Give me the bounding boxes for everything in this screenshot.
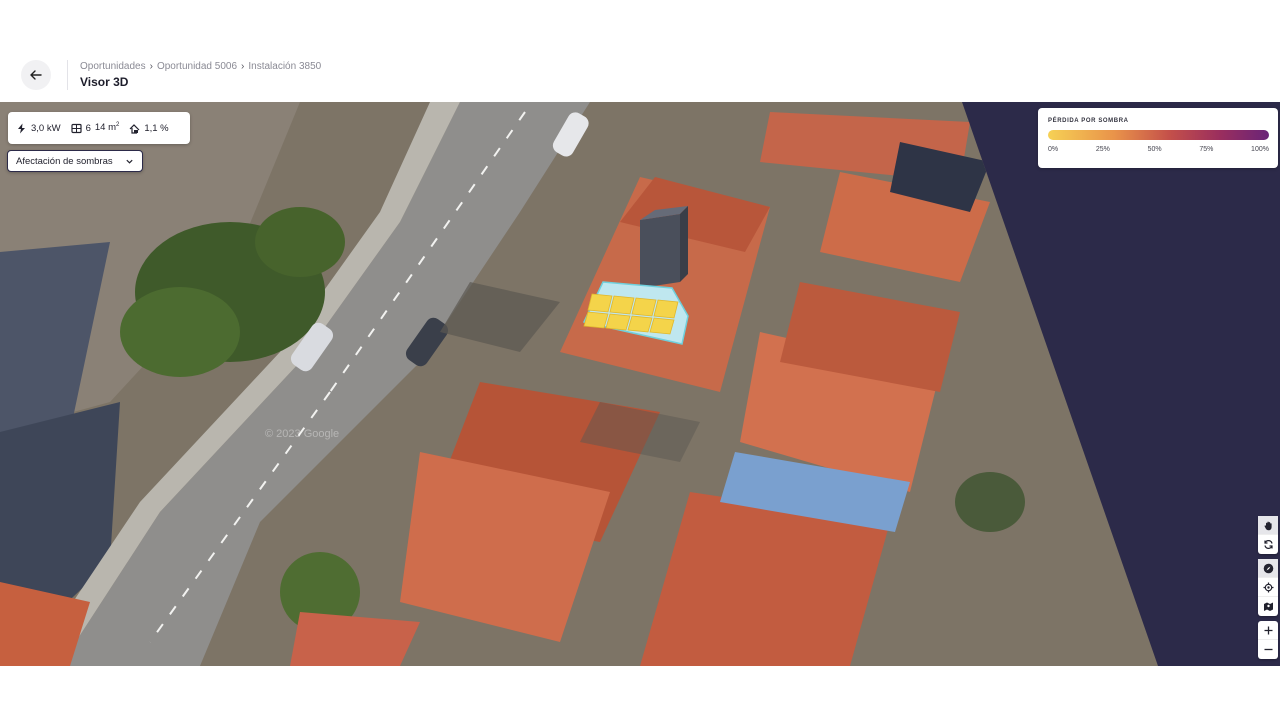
back-button[interactable] xyxy=(21,60,51,90)
zoom-in-button[interactable] xyxy=(1258,621,1278,640)
rotate-icon xyxy=(1263,540,1273,549)
area-value: 14 m2 xyxy=(95,122,119,133)
view-tools-group xyxy=(1258,559,1278,616)
breadcrumb: Oportunidades › Oportunidad 5006 › Insta… xyxy=(80,61,321,72)
zoom-group xyxy=(1258,621,1278,659)
plus-icon xyxy=(1264,626,1272,634)
area-number: 14 m xyxy=(94,122,116,134)
map-icon xyxy=(1263,602,1273,611)
chevron-right-icon: › xyxy=(149,61,153,72)
legend-tick: 25% xyxy=(1095,146,1110,153)
legend-tick: 100% xyxy=(1251,146,1269,153)
legend-gradient-bar xyxy=(1048,130,1269,140)
hand-icon xyxy=(1264,521,1272,530)
legend-tick: 50% xyxy=(1147,146,1162,153)
aerial-map[interactable]: © 2023 Google xyxy=(0,102,1280,666)
panels-count: 6 xyxy=(85,122,91,134)
shadow-loss-legend: PÉRDIDA POR SOMBRA 0% 25% 50% 75% 100% xyxy=(1038,108,1278,168)
roof-shadow-icon xyxy=(129,123,140,134)
area-unit-exponent: 2 xyxy=(115,122,120,129)
layer-dropdown-value: Afectación de sombras xyxy=(16,155,113,167)
power-stat: 3,0 kW xyxy=(16,123,61,134)
legend-tick: 75% xyxy=(1199,146,1214,153)
header-divider xyxy=(67,60,68,90)
rotate-tool-button[interactable] xyxy=(1258,535,1278,554)
panels-stat: 6 14 m2 xyxy=(70,122,119,134)
layer-dropdown[interactable]: Afectación de sombras xyxy=(7,150,143,172)
pan-tool-button[interactable] xyxy=(1258,516,1278,535)
legend-tick: 0% xyxy=(1048,146,1059,153)
page-footer xyxy=(0,666,1280,720)
compass-icon xyxy=(1263,563,1273,573)
chevron-right-icon: › xyxy=(241,61,245,72)
interaction-mode-group xyxy=(1258,516,1278,554)
breadcrumb-installation[interactable]: Instalación 3850 xyxy=(248,61,321,72)
arrow-left-icon xyxy=(30,70,42,80)
legend-ticks: 0% 25% 50% 75% 100% xyxy=(1048,146,1269,153)
breadcrumb-opportunities[interactable]: Oportunidades xyxy=(80,61,146,72)
legend-title: PÉRDIDA POR SOMBRA xyxy=(1048,118,1129,124)
minus-icon xyxy=(1264,648,1272,651)
locate-button[interactable] xyxy=(1258,578,1278,597)
panel-grid-icon xyxy=(70,123,82,133)
map-3d-viewer[interactable]: © 2023 Google 3,0 kW 6 14 m2 1,1 % Afect… xyxy=(0,102,1280,666)
breadcrumb-opportunity[interactable]: Oportunidad 5006 xyxy=(157,61,237,72)
zoom-out-button[interactable] xyxy=(1258,640,1278,659)
page-title: Visor 3D xyxy=(80,75,129,89)
shadow-loss-stat: 1,1 % xyxy=(129,122,169,134)
installation-stats: 3,0 kW 6 14 m2 1,1 % xyxy=(8,112,190,144)
map-watermark: © 2023 Google xyxy=(265,428,339,440)
power-value: 3,0 kW xyxy=(31,122,61,134)
page-header: Oportunidades › Oportunidad 5006 › Insta… xyxy=(0,0,1280,102)
map-view-button[interactable] xyxy=(1258,597,1278,616)
loss-value: 1,1 % xyxy=(144,122,169,134)
target-icon xyxy=(1263,582,1273,592)
map-toolbar xyxy=(1258,516,1278,664)
chevron-down-icon xyxy=(126,159,133,164)
compass-button[interactable] xyxy=(1258,559,1278,578)
bolt-icon xyxy=(18,123,25,133)
